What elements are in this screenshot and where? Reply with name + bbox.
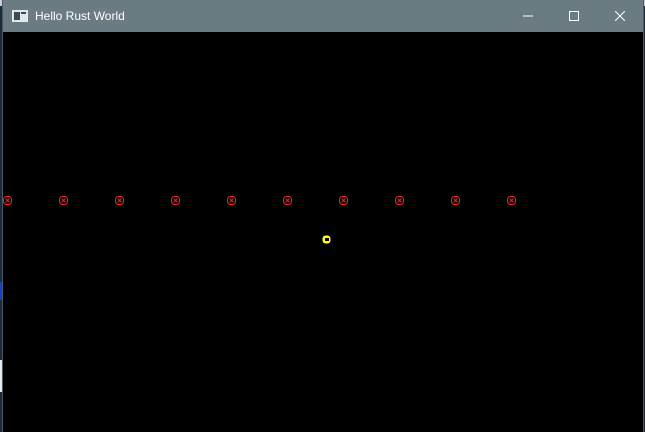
enemy-sprite-icon [283, 192, 292, 205]
enemy-sprite-icon [451, 192, 460, 205]
title-bar[interactable]: Hello Rust World [3, 0, 643, 32]
close-icon [615, 11, 625, 21]
enemy-sprite-icon [507, 192, 516, 205]
window-title: Hello Rust World [35, 9, 125, 23]
enemy-sprite-icon [227, 192, 236, 205]
enemy-sprite-icon [395, 192, 404, 205]
enemy-sprite-icon [3, 192, 12, 205]
app-window: Hello Rust World [3, 0, 643, 432]
close-button[interactable] [597, 0, 643, 32]
player-sprite-icon [322, 231, 331, 244]
app-icon [12, 10, 28, 22]
enemy-sprite-icon [59, 192, 68, 205]
window-controls [505, 0, 643, 32]
enemy-sprite-icon [171, 192, 180, 205]
minimize-icon [523, 15, 533, 17]
enemy-sprite-icon [115, 192, 124, 205]
maximize-button[interactable] [551, 0, 597, 32]
maximize-icon [569, 11, 579, 21]
enemy-sprite-icon [339, 192, 348, 205]
game-playfield[interactable] [3, 32, 643, 432]
minimize-button[interactable] [505, 0, 551, 32]
